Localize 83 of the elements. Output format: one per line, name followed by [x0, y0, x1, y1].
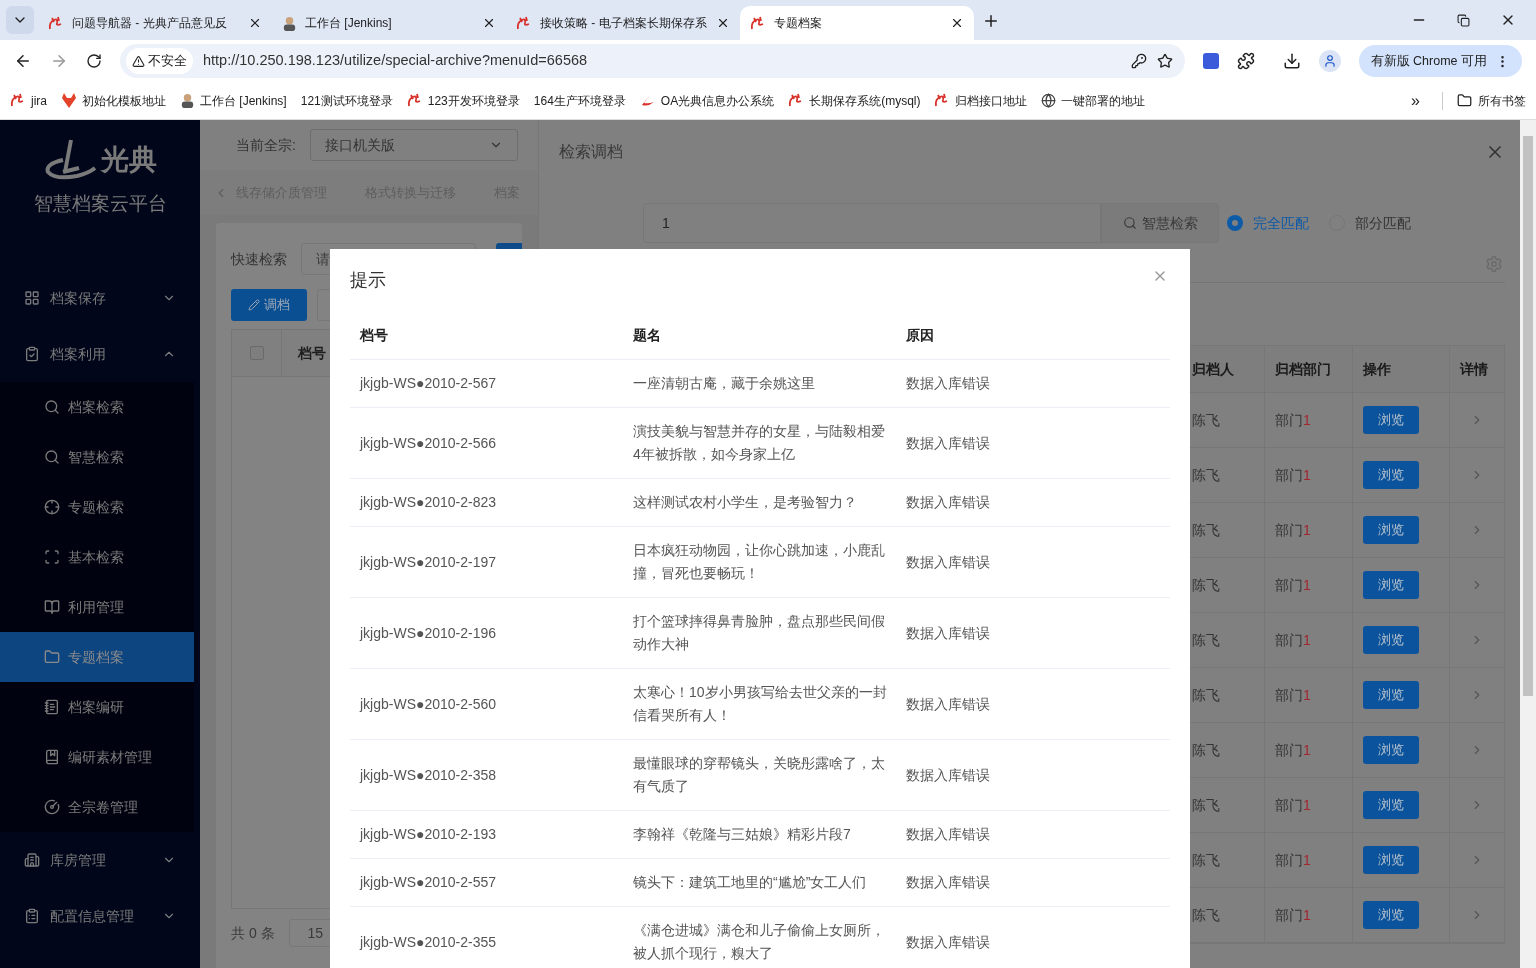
title-cell: 打个篮球摔得鼻青脸肿，盘点那些民间假动作大神 — [633, 613, 885, 652]
title-cell: 日本疯狂动物园，让你心跳加速，小鹿乱撞，冒死也要畅玩！ — [633, 542, 885, 581]
archive-number-cell: jkjgb-WS●2010-2-567 — [360, 375, 497, 391]
reason-cell: 数据入库错误 — [906, 933, 990, 950]
reason-cell: 数据入库错误 — [906, 553, 990, 570]
logo-text: 光典 — [101, 143, 157, 177]
title-cell: 演技美貌与智慧并存的女星，与陆毅相爱4年被拆散，如今身家上亿 — [633, 423, 885, 462]
quick-search-label: 快速检索 — [231, 249, 287, 269]
menu-item-label: 专题档案 — [68, 647, 124, 667]
department-cell-text: 部门1 — [1275, 630, 1311, 650]
archiver-cell-text: 陈飞 — [1192, 740, 1220, 760]
menu-item-label: 编研素材管理 — [68, 747, 152, 767]
archiver-cell-text: 陈飞 — [1192, 795, 1220, 815]
reason-cell: 数据入库错误 — [906, 624, 990, 641]
title-cell: 《满仓进城》满仓和儿子偷偷上女厕所，被人抓个现行，糗大了 — [633, 922, 885, 961]
tab-title: 问题导航器 - 光典产品意见反 — [72, 15, 228, 32]
reason-cell: 数据入库错误 — [906, 826, 990, 842]
archiver-cell-text: 陈飞 — [1192, 630, 1220, 650]
department-cell-text: 部门1 — [1275, 575, 1311, 595]
menu-item-label: 专题检索 — [68, 497, 124, 517]
department-cell-text: 部门1 — [1275, 410, 1311, 430]
tab-title: 工作台 [Jenkins] — [305, 15, 393, 32]
reason-cell: 数据入库错误 — [906, 766, 990, 783]
archiver-cell-text: 陈飞 — [1192, 685, 1220, 705]
column-header: 原因 — [906, 327, 934, 343]
archiver-cell-text: 陈飞 — [1192, 850, 1220, 870]
fonds-label: 当前全宗: — [236, 135, 296, 155]
archive-number-cell: jkjgb-WS●2010-2-557 — [360, 874, 497, 890]
reason-cell: 数据入库错误 — [906, 695, 990, 712]
title-cell: 这样测试农村小学生，是考验智力？ — [633, 494, 857, 510]
reason-cell: 数据入库错误 — [906, 434, 990, 451]
column-header: 题名 — [633, 327, 661, 343]
drawer-title: 检索调档 — [559, 142, 624, 162]
reason-cell: 数据入库错误 — [906, 375, 990, 391]
reason-cell: 数据入库错误 — [906, 494, 990, 510]
archiver-cell-text: 陈飞 — [1192, 410, 1220, 430]
menu-group-label: 库房管理 — [50, 850, 107, 870]
archive-number-cell: jkjgb-WS●2010-2-355 — [360, 933, 497, 950]
menu-item-label: 智慧检索 — [68, 447, 124, 467]
department-cell-text: 部门1 — [1275, 740, 1311, 760]
platform-title: 智慧档案云平台 — [33, 192, 167, 216]
column-header: 归档部门 — [1275, 359, 1331, 379]
archiver-cell-text: 陈飞 — [1192, 905, 1220, 925]
column-header: 归档人 — [1192, 359, 1234, 379]
archive-number-cell: jkjgb-WS●2010-2-196 — [360, 624, 497, 641]
dialog-title: 提示 — [350, 269, 387, 292]
title-cell: 一座清朝古庵，藏于余姚这里 — [633, 375, 815, 391]
title-cell: 李翰祥《乾隆与三姑娘》精彩片段7 — [633, 826, 851, 842]
archive-number-cell: jkjgb-WS●2010-2-823 — [360, 494, 497, 510]
tab-title: 专题档案 — [774, 15, 823, 32]
department-cell-text: 部门1 — [1275, 795, 1311, 815]
department-cell-text: 部门1 — [1275, 465, 1311, 485]
menu-item-label: 全宗卷管理 — [68, 797, 138, 817]
tab-title: 接收策略 - 电子档案长期保存系 — [540, 15, 708, 32]
column-header: 详情 — [1460, 359, 1488, 379]
total-count: 共 0 条 — [231, 923, 275, 943]
archive-number-cell: jkjgb-WS●2010-2-197 — [360, 553, 497, 570]
archiver-cell-text: 陈飞 — [1192, 575, 1220, 595]
reason-cell: 数据入库错误 — [906, 874, 990, 890]
menu-group-label: 配置信息管理 — [50, 906, 135, 926]
title-cell: 镜头下：建筑工地里的“尴尬”女工人们 — [633, 874, 867, 890]
menu-item-label: 基本检索 — [68, 547, 124, 567]
menu-item-label: 利用管理 — [68, 597, 124, 617]
archive-number-cell: jkjgb-WS●2010-2-560 — [360, 695, 497, 712]
column-header: 操作 — [1363, 359, 1391, 379]
column-header: 档号 — [360, 327, 388, 343]
department-cell-text: 部门1 — [1275, 685, 1311, 705]
menu-group-label: 档案保存 — [50, 288, 107, 308]
archive-number-cell: jkjgb-WS●2010-2-566 — [360, 434, 497, 451]
department-cell-text: 部门1 — [1275, 850, 1311, 870]
menu-item-label: 档案检索 — [68, 397, 124, 417]
archiver-cell-text: 陈飞 — [1192, 465, 1220, 485]
menu-item-label: 档案编研 — [68, 697, 124, 717]
archive-number-cell: jkjgb-WS●2010-2-193 — [360, 826, 497, 842]
archiver-cell-text: 陈飞 — [1192, 520, 1220, 540]
title-cell: 太寒心！10岁小男孩写给去世父亲的一封信看哭所有人！ — [633, 684, 887, 723]
archive-number-cell: jkjgb-WS●2010-2-358 — [360, 766, 497, 783]
menu-group-label: 档案利用 — [50, 344, 107, 364]
department-cell-text: 部门1 — [1275, 905, 1311, 925]
column-header: 档号 — [298, 343, 326, 363]
title-cell: 最懂眼球的穿帮镜头，关晓彤露啥了，太有气质了 — [633, 755, 885, 794]
url-text: http://10.250.198.123/utilize/special-archive?menuId=66568 — [203, 51, 589, 71]
department-cell-text: 部门1 — [1275, 520, 1311, 540]
